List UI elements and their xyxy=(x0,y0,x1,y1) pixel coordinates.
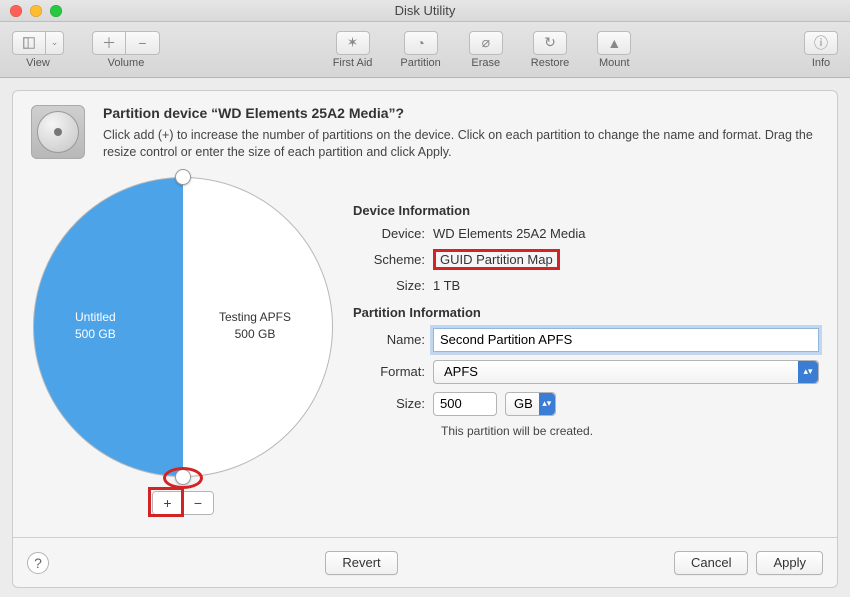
toolbar-volume: ＋ − Volume xyxy=(92,31,160,69)
partition-pie-area: Untitled 500 GB Testing APFS 500 GB + − xyxy=(13,175,353,537)
erase-icon: ⌀ xyxy=(482,34,490,51)
volume-add-button[interactable]: ＋ xyxy=(92,31,126,55)
size-unit-value: GB xyxy=(514,396,533,411)
annotation-rect xyxy=(148,487,184,517)
partition-note: This partition will be created. xyxy=(441,424,819,438)
mount-button[interactable]: ▲ xyxy=(597,31,631,55)
first-aid-button[interactable]: ✶ xyxy=(336,31,370,55)
remove-partition-button[interactable]: − xyxy=(183,492,213,514)
help-button[interactable]: ? xyxy=(27,552,49,574)
toolbar-view-label: View xyxy=(26,57,50,69)
toolbar-erase-label: Erase xyxy=(471,57,500,69)
annotation-oval xyxy=(163,467,203,489)
toolbar-view: ⌄ View xyxy=(12,31,64,69)
format-value: APFS xyxy=(444,364,478,379)
revert-button[interactable]: Revert xyxy=(325,551,397,575)
partition-label-right: Testing APFS 500 GB xyxy=(219,309,291,343)
size-unit-select[interactable]: GB ▴▾ xyxy=(505,392,556,416)
format-label: Format: xyxy=(353,364,433,379)
scheme-value: GUID Partition Map xyxy=(433,249,560,270)
close-icon[interactable] xyxy=(10,5,22,17)
toolbar-erase: ⌀ Erase xyxy=(469,31,503,69)
pie-handle-top[interactable] xyxy=(175,169,191,185)
zoom-icon[interactable] xyxy=(50,5,62,17)
device-size-label: Size: xyxy=(353,278,433,293)
dialog-footer: ? Revert Cancel Apply xyxy=(13,537,837,587)
minimize-icon[interactable] xyxy=(30,5,42,17)
toolbar-first-aid: ✶ First Aid xyxy=(333,31,373,69)
restore-icon: ↻ xyxy=(544,34,556,51)
toolbar-first-aid-label: First Aid xyxy=(333,57,373,69)
toolbar-partition: ◔ Partition xyxy=(400,31,440,69)
toolbar-restore: ↻ Restore xyxy=(531,31,570,69)
name-label: Name: xyxy=(353,332,433,347)
format-select[interactable]: APFS ▴▾ xyxy=(433,360,819,384)
device-size-value: 1 TB xyxy=(433,278,460,293)
info-icon: ⓘ xyxy=(814,33,828,53)
info-button[interactable]: ⓘ xyxy=(804,31,838,55)
view-chevron-button[interactable]: ⌄ xyxy=(46,31,64,55)
size-label: Size: xyxy=(353,396,433,411)
dialog-title: Partition device “WD Elements 25A2 Media… xyxy=(103,105,819,121)
device-value: WD Elements 25A2 Media xyxy=(433,226,585,241)
mount-icon: ▲ xyxy=(607,35,621,51)
partition-info-heading: Partition Information xyxy=(353,305,819,320)
hard-disk-icon xyxy=(31,105,85,159)
scheme-label: Scheme: xyxy=(353,252,433,267)
window-title: Disk Utility xyxy=(395,3,456,18)
dialog-description: Click add (+) to increase the number of … xyxy=(103,127,819,161)
toolbar-restore-label: Restore xyxy=(531,57,570,69)
window-controls xyxy=(10,5,62,17)
chevron-updown-icon: ▴▾ xyxy=(798,361,818,383)
dialog-content: Untitled 500 GB Testing APFS 500 GB + − … xyxy=(13,171,837,537)
toolbar-info-label: Info xyxy=(812,57,830,69)
cancel-button[interactable]: Cancel xyxy=(674,551,748,575)
volume-remove-button[interactable]: − xyxy=(126,31,160,55)
first-aid-icon: ✶ xyxy=(347,34,359,51)
apply-button[interactable]: Apply xyxy=(756,551,823,575)
chevron-updown-icon: ▴▾ xyxy=(539,393,555,415)
toolbar-partition-label: Partition xyxy=(400,57,440,69)
partition-name-input[interactable] xyxy=(433,328,819,352)
dialog-header: Partition device “WD Elements 25A2 Media… xyxy=(13,91,837,171)
toolbar-mount-label: Mount xyxy=(599,57,630,69)
partition-label-left: Untitled 500 GB xyxy=(75,309,116,343)
restore-button[interactable]: ↻ xyxy=(533,31,567,55)
pie-icon: ◔ xyxy=(416,35,424,51)
title-bar: Disk Utility xyxy=(0,0,850,22)
device-info-heading: Device Information xyxy=(353,203,819,218)
erase-button[interactable]: ⌀ xyxy=(469,31,503,55)
partition-size-input[interactable] xyxy=(433,392,497,416)
dialog-panel: Partition device “WD Elements 25A2 Media… xyxy=(12,90,838,588)
toolbar-info: ⓘ Info xyxy=(804,31,838,69)
info-form: Device Information Device: WD Elements 2… xyxy=(353,175,819,537)
add-remove-row: + − xyxy=(152,491,214,515)
device-label: Device: xyxy=(353,226,433,241)
toolbar-volume-label: Volume xyxy=(108,57,145,69)
toolbar-mount: ▲ Mount xyxy=(597,31,631,69)
partition-button[interactable]: ◔ xyxy=(404,31,438,55)
view-button[interactable] xyxy=(12,31,46,55)
toolbar: ⌄ View ＋ − Volume ✶ First Aid ◔ Partitio… xyxy=(0,22,850,78)
